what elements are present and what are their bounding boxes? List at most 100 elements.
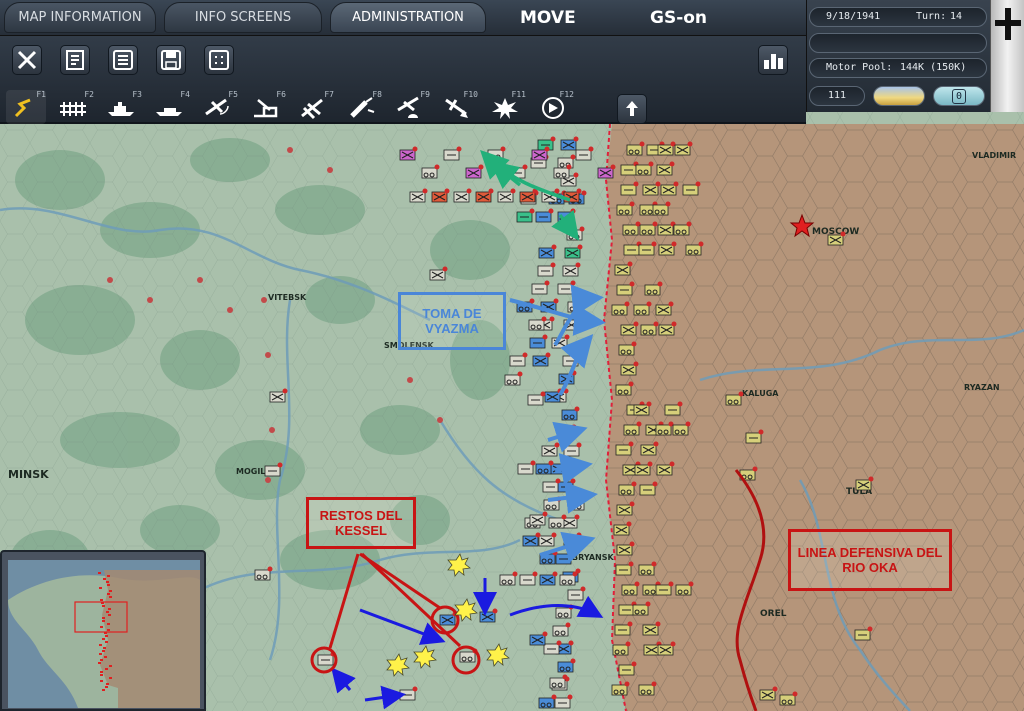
annotation-kessel: RESTOS DEL KESSEL bbox=[306, 497, 416, 549]
turn-number: 14 bbox=[950, 11, 963, 22]
minimap-unit bbox=[100, 599, 103, 601]
counter-display: 111 bbox=[809, 86, 865, 106]
minimap-unit bbox=[99, 653, 102, 655]
motor-pool-value: 144K (150K) bbox=[900, 62, 967, 73]
minimap-unit bbox=[98, 572, 101, 574]
f6-airbase-button[interactable]: F6 bbox=[246, 90, 286, 124]
city-vladimir: VLADIMIR bbox=[972, 151, 1016, 160]
city-orel: OREL bbox=[760, 609, 787, 619]
city-marker bbox=[407, 377, 413, 383]
airbase-icon bbox=[254, 99, 278, 118]
city-marker bbox=[147, 297, 153, 303]
minimap-unit bbox=[107, 593, 110, 595]
turn-label: Turn: bbox=[916, 11, 947, 22]
minimap-unit bbox=[102, 650, 105, 652]
top-menu-bar: MAP INFORMATION INFO SCREENS ADMINISTRAT… bbox=[0, 0, 806, 36]
minimap-unit bbox=[100, 680, 103, 682]
city-marker bbox=[265, 352, 271, 358]
f9-paradrop-button[interactable]: F9 bbox=[390, 90, 430, 124]
city-marker bbox=[327, 167, 333, 173]
city-marker bbox=[287, 147, 293, 153]
upload-icon bbox=[626, 101, 638, 116]
save-button[interactable] bbox=[156, 45, 186, 75]
minimap-unit bbox=[102, 620, 105, 622]
minimap-unit bbox=[102, 638, 105, 640]
f12-next-button[interactable]: F12 bbox=[534, 90, 574, 124]
tab-map-information[interactable]: MAP INFORMATION bbox=[4, 2, 156, 33]
city-marker bbox=[227, 307, 233, 313]
minimap-unit bbox=[109, 665, 112, 667]
minimap-unit bbox=[102, 605, 105, 607]
minimap-unit bbox=[106, 683, 109, 685]
air-strike-icon bbox=[445, 98, 468, 118]
air-transfer-icon bbox=[301, 98, 323, 120]
tab-administration[interactable]: ADMINISTRATION bbox=[330, 2, 486, 33]
ship-icon bbox=[108, 102, 134, 116]
city-marker bbox=[107, 277, 113, 283]
f5-recon-button[interactable]: F5 bbox=[198, 90, 238, 124]
upload-button[interactable] bbox=[617, 94, 647, 124]
minimap[interactable] bbox=[0, 550, 206, 711]
f7-transfer-button[interactable]: F7 bbox=[294, 90, 334, 124]
report-button[interactable] bbox=[108, 45, 138, 75]
tab-info-screens[interactable]: INFO SCREENS bbox=[164, 2, 322, 33]
city-marker bbox=[437, 417, 443, 423]
city-minsk: MINSK bbox=[8, 468, 49, 481]
bomb-icon bbox=[350, 97, 375, 118]
minimap-unit bbox=[105, 635, 108, 637]
unit-list-icon bbox=[66, 50, 84, 70]
minimap-unit bbox=[99, 644, 102, 646]
weather-indicator[interactable] bbox=[873, 86, 925, 106]
minimap-unit bbox=[108, 614, 111, 616]
f1-move-button[interactable]: F1 bbox=[6, 90, 46, 124]
motor-pool-label: Motor Pool: bbox=[826, 62, 893, 73]
minimap-unit bbox=[107, 629, 110, 631]
paradrop-icon bbox=[397, 96, 419, 118]
annotation-vyazma: TOMA DE VYAZMA bbox=[398, 292, 506, 350]
minimap-unit bbox=[105, 641, 108, 643]
motor-pool-display: Motor Pool: 144K (150K) bbox=[809, 58, 987, 78]
minimap-unit bbox=[106, 581, 109, 583]
grid-icon bbox=[209, 50, 229, 70]
close-button[interactable] bbox=[12, 45, 42, 75]
mode-indicator: MOVE bbox=[520, 8, 576, 28]
city-marker bbox=[265, 477, 271, 483]
city-marker bbox=[261, 297, 267, 303]
f3-naval-button[interactable]: F3 bbox=[102, 90, 142, 124]
minimap-unit bbox=[102, 689, 105, 691]
game-date: 9/18/1941 bbox=[826, 11, 881, 22]
minimap-unit bbox=[105, 668, 108, 670]
report-icon bbox=[113, 50, 133, 70]
air-recon-icon bbox=[205, 98, 229, 116]
minimap-unit bbox=[108, 608, 111, 610]
chart-icon bbox=[764, 54, 783, 69]
f4-transport-button[interactable]: F4 bbox=[150, 90, 190, 124]
rail-icon bbox=[60, 102, 86, 116]
minimap-unit bbox=[100, 626, 103, 628]
gs-toggle[interactable]: GS-on bbox=[650, 4, 707, 32]
minimap-unit bbox=[109, 677, 112, 679]
f8-bomb-button[interactable]: F8 bbox=[342, 90, 382, 124]
grid-button[interactable] bbox=[204, 45, 234, 75]
statistics-button[interactable] bbox=[758, 45, 788, 75]
f10-airstrike-button[interactable]: F10 bbox=[438, 90, 478, 124]
naval-transport-icon bbox=[156, 108, 182, 116]
unit-list-button[interactable] bbox=[60, 45, 90, 75]
city-marker bbox=[269, 427, 275, 433]
date-turn-display: 9/18/1941 Turn: 14 bbox=[809, 7, 987, 27]
minimap-unit bbox=[100, 659, 103, 661]
minimap-unit bbox=[105, 686, 108, 688]
cycle-toggle[interactable]: 0 bbox=[933, 86, 985, 106]
f11-combat-button[interactable]: F11 bbox=[486, 90, 526, 124]
f2-rail-button[interactable]: F2 bbox=[54, 90, 94, 124]
minimap-view bbox=[8, 560, 200, 708]
city-kaluga: KALUGA bbox=[742, 389, 779, 398]
city-marker bbox=[197, 277, 203, 283]
city-vitebsk: VITEBSK bbox=[268, 293, 307, 302]
city-ryazan: RYAZAN bbox=[964, 383, 1000, 392]
minimap-unit bbox=[100, 674, 103, 676]
iron-cross-icon bbox=[995, 8, 1021, 40]
minimap-unit bbox=[109, 590, 112, 592]
minimap-unit bbox=[107, 575, 110, 577]
message-display bbox=[809, 33, 987, 53]
